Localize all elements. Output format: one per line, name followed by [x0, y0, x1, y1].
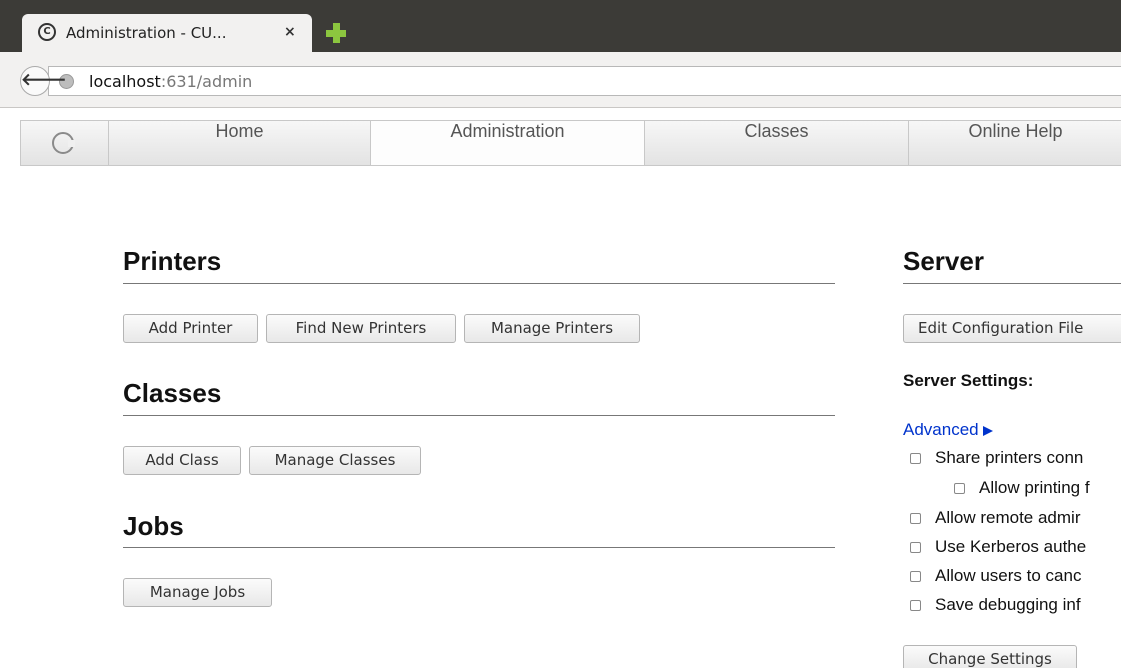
server-heading: Server: [903, 246, 984, 276]
close-tab-icon[interactable]: ×: [284, 24, 296, 40]
allow-users-cancel-row: Allow users to canc: [910, 566, 1121, 590]
address-bar[interactable]: localhost:631/admin: [48, 66, 1121, 96]
nav-classes[interactable]: Classes: [645, 121, 909, 165]
jobs-heading: Jobs: [123, 511, 184, 541]
use-kerberos-label: Use Kerberos authe: [935, 537, 1087, 556]
triangle-right-icon: [982, 425, 993, 436]
allow-printing-label: Allow printing f: [979, 478, 1090, 497]
allow-users-cancel-label: Allow users to canc: [935, 566, 1082, 585]
manage-classes-button[interactable]: Manage Classes: [249, 446, 421, 475]
printers-heading: Printers: [123, 246, 222, 276]
allow-remote-admin-label: Allow remote admir: [935, 508, 1081, 527]
nav-administration[interactable]: Administration: [371, 121, 645, 165]
url-text[interactable]: localhost:631/admin: [89, 72, 252, 91]
share-printers-label: Share printers conn: [935, 448, 1084, 467]
allow-remote-admin-checkbox[interactable]: [910, 513, 921, 524]
change-settings-button[interactable]: Change Settings: [903, 645, 1077, 668]
use-kerberos-checkbox[interactable]: [910, 542, 921, 553]
tab-title: Administration - CU...: [66, 24, 227, 42]
share-printers-checkbox[interactable]: [910, 453, 921, 464]
save-debugging-row: Save debugging inf: [910, 595, 1121, 619]
browser-tab-strip: C Administration - CU... ×: [0, 0, 1121, 52]
jobs-divider: [123, 547, 835, 548]
cups-favicon-icon: C: [38, 23, 56, 41]
save-debugging-label: Save debugging inf: [935, 595, 1081, 614]
cups-logo[interactable]: [21, 121, 109, 165]
server-settings-label: Server Settings:: [903, 371, 1034, 390]
cups-logo-icon: [52, 132, 75, 154]
back-button[interactable]: 🡐: [20, 66, 67, 96]
add-printer-button[interactable]: Add Printer: [123, 314, 258, 343]
allow-printing-checkbox[interactable]: [954, 483, 965, 494]
allow-remote-admin-row: Allow remote admir: [910, 508, 1121, 532]
nav-online-help[interactable]: Online Help: [909, 121, 1121, 165]
arrow-left-icon: 🡐: [21, 70, 67, 90]
find-new-printers-button[interactable]: Find New Printers: [266, 314, 456, 343]
nav-home[interactable]: Home: [109, 121, 371, 165]
classes-divider: [123, 415, 835, 416]
add-class-button[interactable]: Add Class: [123, 446, 241, 475]
advanced-link[interactable]: Advanced: [903, 420, 993, 440]
browser-tab[interactable]: C Administration - CU... ×: [22, 14, 312, 52]
allow-users-cancel-checkbox[interactable]: [910, 571, 921, 582]
plus-icon[interactable]: [325, 22, 347, 44]
share-printers-row: Share printers conn: [910, 448, 1121, 472]
manage-jobs-button[interactable]: Manage Jobs: [123, 578, 272, 607]
use-kerberos-row: Use Kerberos authe: [910, 537, 1121, 561]
browser-toolbar: localhost:631/admin 🡐: [0, 52, 1121, 108]
classes-heading: Classes: [123, 378, 222, 408]
allow-printing-row: Allow printing f: [954, 478, 1121, 502]
printers-divider: [123, 283, 835, 284]
cups-nav-bar: Home Administration Classes Online Help: [20, 120, 1121, 166]
server-divider: [903, 283, 1121, 284]
edit-configuration-file-button[interactable]: Edit Configuration File: [903, 314, 1121, 343]
save-debugging-checkbox[interactable]: [910, 600, 921, 611]
manage-printers-button[interactable]: Manage Printers: [464, 314, 640, 343]
